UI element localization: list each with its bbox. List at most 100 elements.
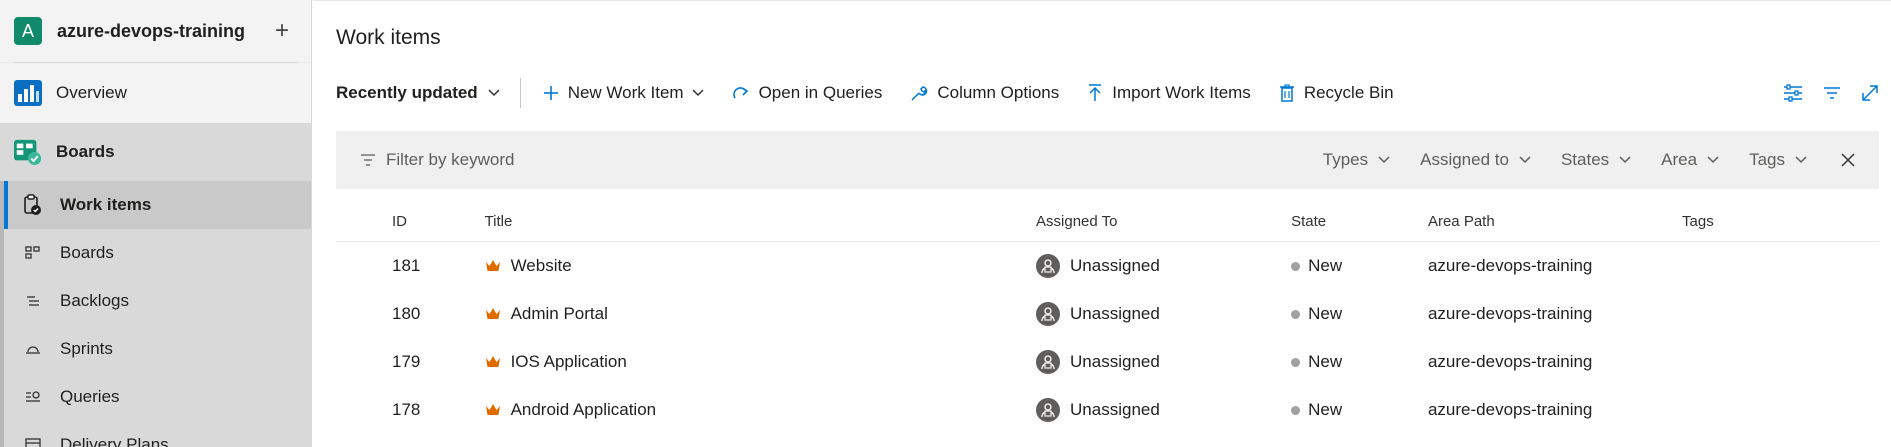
assigned-to-dropdown[interactable]: Assigned to [1420,150,1531,170]
view-options-icon[interactable] [1783,84,1803,102]
filter-bar: Types Assigned to States Area Tags [336,131,1879,189]
nav-work-items-label: Work items [60,195,152,214]
assigned-to-value: Unassigned [1070,256,1160,275]
cell-assigned-to: Unassigned [1036,254,1291,278]
nav-delivery-plans[interactable]: Delivery Plans [4,421,311,447]
main-content: Work items Recently updated New Work Ite… [313,0,1891,447]
nav-overview-label: Overview [56,83,127,102]
column-header-tags[interactable]: Tags [1682,213,1879,230]
column-header-state[interactable]: State [1291,213,1428,230]
chevron-down-icon [488,89,500,97]
work-item-title[interactable]: Website [511,256,572,276]
column-header-assigned-to[interactable]: Assigned To [1036,213,1291,230]
column-header-id[interactable]: ID [336,213,485,230]
expand-icon[interactable] [1861,84,1879,102]
types-label: Types [1322,150,1369,169]
nav-queries[interactable]: Queries [4,373,311,421]
cell-area-path: azure-devops-training [1427,256,1593,275]
trash-icon [1279,84,1294,102]
work-item-title[interactable]: Admin Portal [511,304,608,324]
epic-crown-icon [485,308,500,319]
cell-area-path: azure-devops-training [1427,352,1593,371]
nav-boards-label: Boards [60,243,114,262]
cell-area-path: azure-devops-training [1427,400,1593,419]
table-body: 181 Website Unassigned New azure-devops-… [336,242,1879,434]
project-name[interactable]: azure-devops-training [57,21,245,42]
project-header[interactable]: A azure-devops-training + [0,0,311,62]
cell-title[interactable]: Android Application [485,400,1036,420]
epic-crown-icon [485,260,500,271]
filter-icon [361,154,375,166]
nav-boards[interactable]: Boards [4,229,311,277]
recycle-bin-button[interactable]: Recycle Bin [1279,83,1394,103]
add-icon[interactable]: + [275,19,289,43]
boards-icon [22,242,44,264]
types-dropdown[interactable]: Types [1323,150,1390,170]
queries-icon [22,386,44,408]
column-options-button[interactable]: Column Options [910,83,1059,103]
cell-assigned-to: Unassigned [1036,350,1291,374]
import-work-items-label: Import Work Items [1112,83,1251,102]
chevron-down-icon[interactable] [692,89,704,97]
nav-boards-hub-label: Boards [56,142,115,161]
import-work-items-button[interactable]: Import Work Items [1087,83,1251,103]
column-header-area-path[interactable]: Area Path [1428,213,1682,230]
assigned-to-label: Assigned to [1420,150,1509,169]
cell-id: 180 [392,304,421,323]
table-row[interactable]: 180 Admin Portal Unassigned New azure-de… [336,290,1879,338]
assigned-to-value: Unassigned [1070,400,1160,419]
boards-subnav: Work items Boards Backlogs Sprints Queri… [0,181,311,447]
nav-backlogs-label: Backlogs [60,291,129,310]
area-dropdown[interactable]: Area [1661,150,1719,170]
table-row[interactable]: 179 IOS Application Unassigned New azure… [336,338,1879,386]
top-border [313,0,1891,4]
work-items-table: ID Title Assigned To State Area Path Tag… [336,202,1879,434]
cell-state: New [1291,400,1428,420]
filter-icon[interactable] [1823,86,1841,100]
chevron-down-icon [1707,156,1719,164]
close-icon[interactable] [1841,153,1855,167]
column-header-title[interactable]: Title [485,213,1036,230]
states-dropdown[interactable]: States [1561,150,1631,170]
nav-work-items[interactable]: Work items [4,181,311,229]
chevron-down-icon [1795,156,1807,164]
unassigned-avatar-icon [1036,254,1061,278]
unassigned-avatar-icon [1036,302,1061,326]
cell-state: New [1291,304,1428,324]
wrench-icon [911,86,928,101]
cell-id: 181 [392,256,421,275]
overview-icon [14,79,42,107]
cell-assigned-to: Unassigned [1036,398,1291,422]
cell-assigned-to: Unassigned [1036,302,1291,326]
nav-boards-hub[interactable]: Boards [0,123,311,181]
state-value: New [1308,304,1343,323]
keyword-filter-input[interactable] [386,150,986,170]
work-item-title[interactable]: Android Application [511,400,657,420]
page-title: Work items [336,26,441,49]
state-dot [1291,357,1301,367]
epic-crown-icon [485,404,500,415]
unassigned-avatar-icon [1036,398,1061,422]
cell-title[interactable]: IOS Application [485,352,1036,372]
state-value: New [1308,352,1343,371]
recently-updated-label: Recently updated [336,83,478,102]
new-work-item-button[interactable]: New Work Item [543,83,704,103]
nav-sprints[interactable]: Sprints [4,325,311,373]
table-row[interactable]: 178 Android Application Unassigned New a… [336,386,1879,434]
cell-title[interactable]: Website [485,256,1036,276]
recently-updated-dropdown[interactable]: Recently updated [336,83,500,103]
new-work-item-label: New Work Item [567,83,684,102]
state-value: New [1308,400,1343,419]
chevron-down-icon [1378,156,1390,164]
work-item-title[interactable]: IOS Application [511,352,627,372]
epic-crown-icon [485,356,500,367]
table-row[interactable]: 181 Website Unassigned New azure-devops-… [336,242,1879,290]
open-in-queries-button[interactable]: Open in Queries [732,83,882,103]
cell-title[interactable]: Admin Portal [485,304,1036,324]
assigned-to-value: Unassigned [1070,352,1160,371]
recycle-bin-label: Recycle Bin [1303,83,1394,102]
tags-dropdown[interactable]: Tags [1749,150,1807,170]
nav-queries-label: Queries [60,387,120,406]
nav-overview[interactable]: Overview [0,63,311,123]
nav-backlogs[interactable]: Backlogs [4,277,311,325]
